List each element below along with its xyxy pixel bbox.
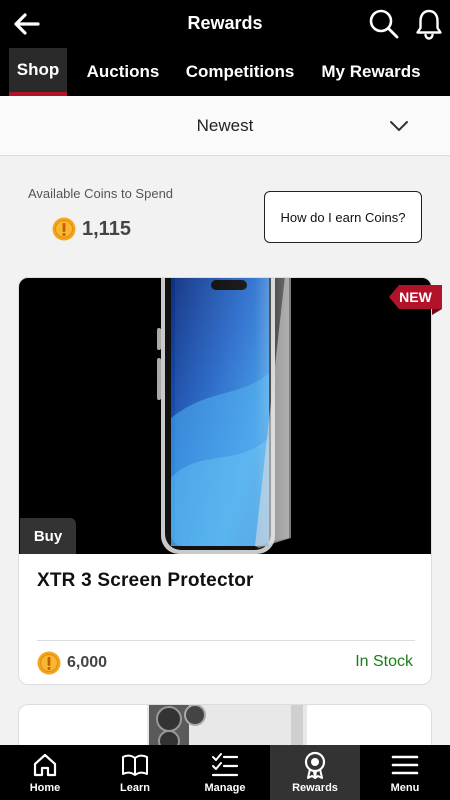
product-image — [147, 705, 307, 752]
new-badge: NEW — [389, 285, 442, 309]
coins-balance: 1,115 — [52, 216, 131, 242]
nav-label: Home — [29, 782, 61, 794]
nav-home[interactable]: Home — [0, 745, 90, 800]
search-icon — [369, 9, 399, 39]
app-header: Rewards — [0, 0, 450, 48]
nav-label: Rewards — [292, 782, 338, 794]
nav-menu[interactable]: Menu — [360, 745, 450, 800]
product-price: 6,000 — [37, 650, 107, 676]
buy-button[interactable]: Buy — [20, 518, 76, 554]
chevron-down-icon — [390, 121, 408, 131]
nav-rewards[interactable]: Rewards — [270, 745, 360, 800]
rewards-tabs: Shop Auctions Competitions My Rewards — [0, 48, 450, 96]
home-icon — [33, 753, 57, 777]
coin-icon — [37, 651, 61, 675]
earn-coins-button[interactable]: How do I earn Coins? — [264, 191, 422, 243]
coin-icon — [52, 217, 76, 241]
nav-label: Learn — [120, 782, 150, 794]
coins-label: Available Coins to Spend — [28, 186, 174, 201]
nav-label: Menu — [390, 782, 420, 794]
product-name: XTR 3 Screen Protector — [37, 570, 254, 591]
checklist-icon — [211, 753, 239, 777]
hamburger-icon — [391, 755, 419, 775]
nav-learn[interactable]: Learn — [90, 745, 180, 800]
search-button[interactable] — [368, 8, 400, 40]
book-icon — [122, 754, 148, 776]
stock-status: In Stock — [355, 653, 413, 670]
product-card[interactable]: Buy XTR 3 Screen Protector 6,000 In Stoc… — [18, 277, 432, 685]
tab-my-rewards[interactable]: My Rewards — [315, 48, 427, 96]
tab-auctions[interactable]: Auctions — [80, 48, 166, 96]
nav-manage[interactable]: Manage — [180, 745, 270, 800]
tab-competitions[interactable]: Competitions — [180, 48, 300, 96]
notifications-button[interactable] — [414, 8, 444, 40]
sort-selected-value: Newest — [196, 116, 254, 135]
phone-illustration — [157, 278, 291, 554]
bottom-navigation: Home Learn Manage Rewards Menu — [0, 745, 450, 800]
tab-shop[interactable]: Shop — [9, 48, 67, 96]
rewards-screen: Rewards Shop Auctions Competitions My Re… — [0, 0, 450, 800]
card-divider — [37, 640, 415, 641]
award-icon — [304, 751, 326, 779]
new-badge-fold — [432, 309, 442, 315]
price-value: 6,000 — [67, 654, 108, 671]
coins-value: 1,115 — [82, 217, 131, 240]
nav-label: Manage — [204, 782, 246, 794]
product-image: Buy — [19, 278, 431, 554]
sort-dropdown[interactable]: Newest — [0, 96, 450, 156]
bell-icon — [416, 9, 442, 40]
